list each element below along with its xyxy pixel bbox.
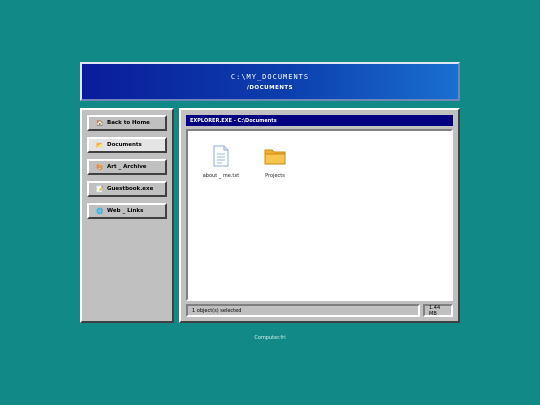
sidebar-item-label: Documents xyxy=(107,142,142,148)
sidebar-item-documents[interactable]: 📂 Documents xyxy=(87,137,167,153)
status-selection: 1 object(s) selected xyxy=(186,304,420,317)
file-view: about _ me.txt Projects xyxy=(186,129,453,301)
file-name: about _ me.txt xyxy=(202,173,240,179)
footer-text: Computer.fri xyxy=(254,335,286,341)
header-banner: C:\MY_DOCUMENTS /DOCUMENTS xyxy=(80,62,460,101)
window-titlebar[interactable]: EXPLORER.EXE - C:\Documents xyxy=(186,115,453,126)
sidebar-item-label: Art _ Archive xyxy=(107,164,147,170)
status-size: 1.44 MB xyxy=(423,304,453,317)
globe-icon: 🌐 xyxy=(96,207,104,215)
sidebar-item-home[interactable]: 🏠 Back to Home xyxy=(87,115,167,131)
text-file-icon xyxy=(196,143,246,169)
file-item-about-me[interactable]: about _ me.txt xyxy=(196,143,246,179)
house-icon: 🏠 xyxy=(96,119,104,127)
palette-icon: 🎨 xyxy=(96,163,104,171)
sidebar-item-label: Guestbook.exe xyxy=(107,186,154,192)
folder-icon xyxy=(250,143,300,169)
sidebar-item-guestbook[interactable]: 📝 Guestbook.exe xyxy=(87,181,167,197)
file-name: Projects xyxy=(265,173,285,179)
header-subtitle: /DOCUMENTS xyxy=(246,85,294,91)
sidebar-item-art-archive[interactable]: 🎨 Art _ Archive xyxy=(87,159,167,175)
explorer-window: EXPLORER.EXE - C:\Documents about _ me.t… xyxy=(179,108,460,323)
sidebar-item-label: Back to Home xyxy=(107,120,150,126)
window-title: EXPLORER.EXE - C:\Documents xyxy=(190,117,277,124)
file-item-projects[interactable]: Projects xyxy=(250,143,300,179)
sidebar: 🏠 Back to Home 📂 Documents 🎨 Art _ Archi… xyxy=(80,108,174,323)
folder-icon: 📂 xyxy=(96,141,104,149)
sidebar-item-web-links[interactable]: 🌐 Web _ Links xyxy=(87,203,167,219)
status-bar: 1 object(s) selected 1.44 MB xyxy=(186,304,453,317)
header-path: C:\MY_DOCUMENTS xyxy=(230,73,310,81)
notepad-icon: 📝 xyxy=(96,185,104,193)
sidebar-item-label: Web _ Links xyxy=(107,208,144,214)
